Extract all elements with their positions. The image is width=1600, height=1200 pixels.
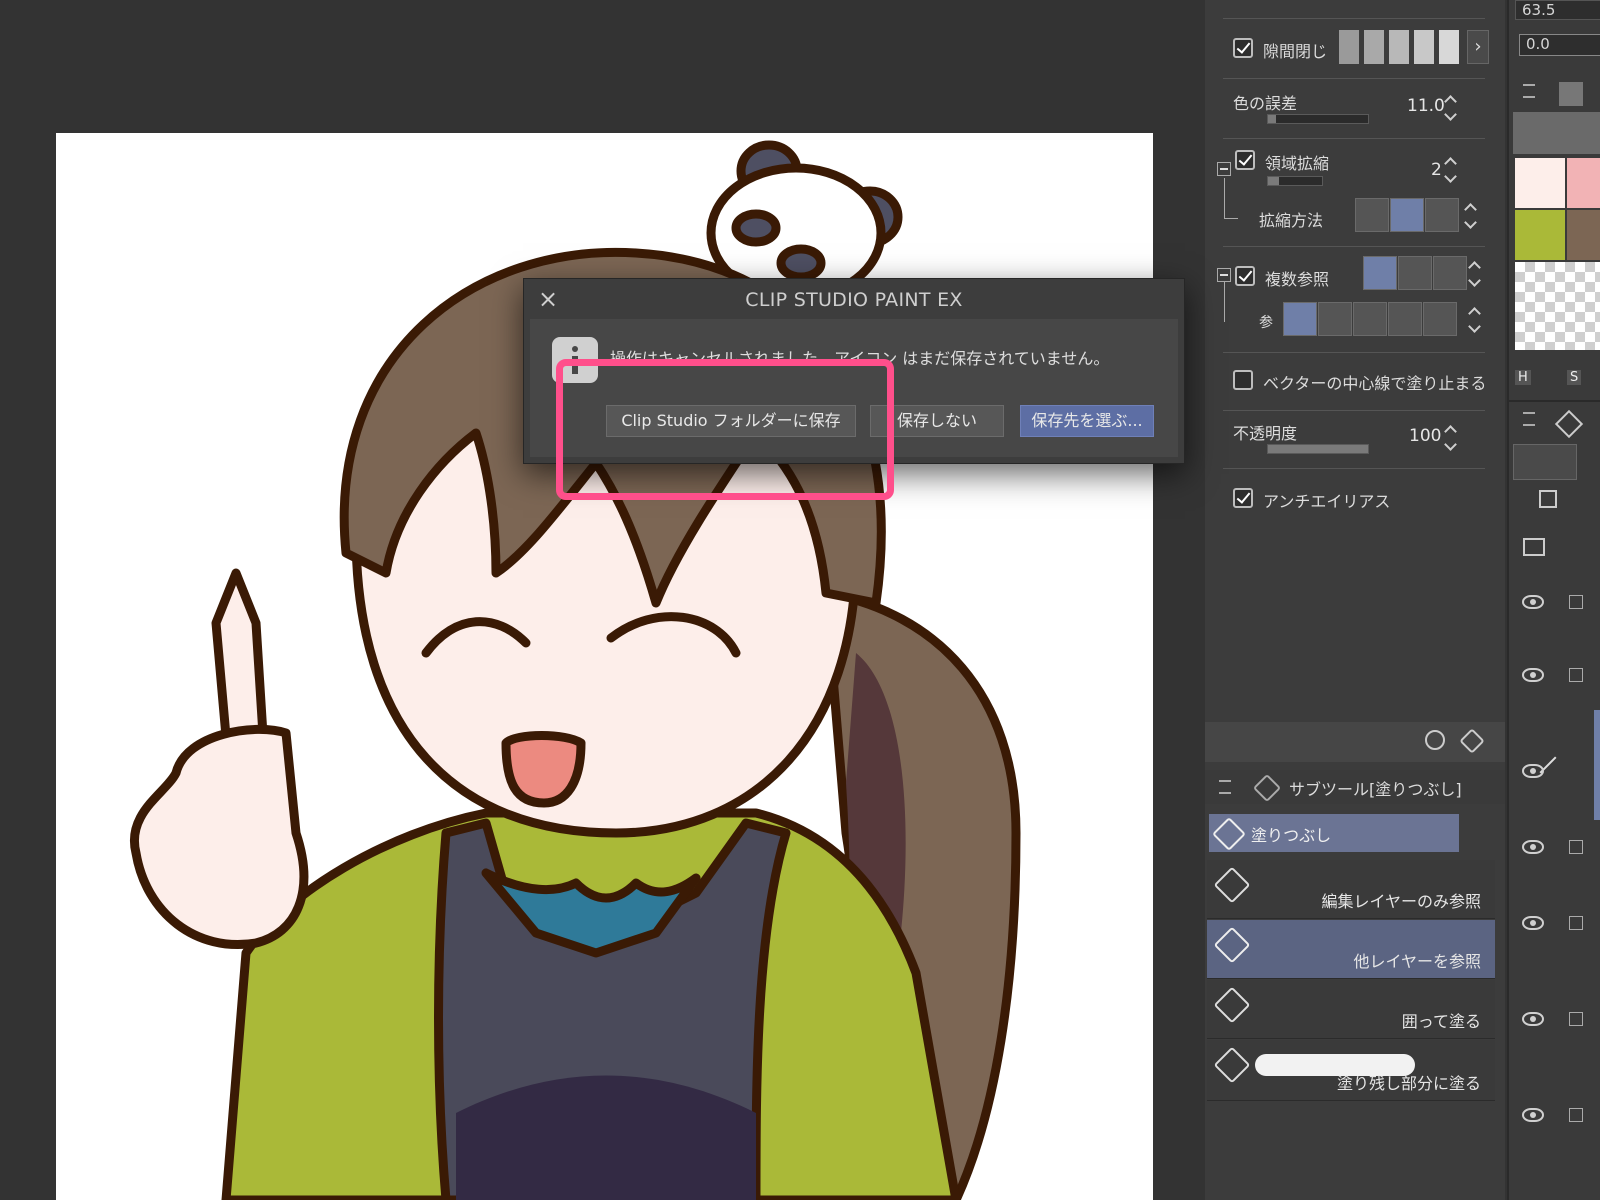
color-tab-s[interactable]: S — [1567, 370, 1582, 385]
scaling-method-round-icon[interactable] — [1390, 198, 1424, 232]
vector-stop-checkbox[interactable] — [1233, 370, 1253, 390]
fill-icon — [1213, 866, 1251, 904]
area-scaling-slider[interactable] — [1267, 176, 1323, 186]
multiple-reference-spinner[interactable] — [1467, 260, 1481, 288]
wrench-icon[interactable] — [1459, 728, 1485, 754]
opacity-slider[interactable] — [1267, 444, 1369, 454]
panel-menu-icon[interactable] — [1523, 84, 1535, 98]
paint-unfilled-icon — [1213, 1046, 1251, 1084]
layer-visibility-icon[interactable] — [1522, 1012, 1544, 1026]
opacity-spinner[interactable] — [1443, 424, 1457, 452]
color-swatch[interactable] — [1567, 210, 1600, 260]
area-scaling-value[interactable]: 2 — [1431, 160, 1442, 180]
color-set-icon[interactable] — [1559, 82, 1583, 106]
sub-tool-item[interactable]: 囲って塗る — [1207, 980, 1495, 1039]
sub-tool-item-selected[interactable]: 他レイヤーを参照 — [1207, 920, 1495, 979]
area-scaling-spinner[interactable] — [1443, 156, 1457, 184]
chevron-right-icon[interactable]: › — [1467, 30, 1489, 64]
vector-stop-label: ベクターの中心線で塗り止まる — [1263, 374, 1487, 393]
property-panel-footer — [1205, 722, 1505, 762]
sub-tool-item[interactable]: 塗り残し部分に塗る — [1207, 1040, 1495, 1101]
gap-close-label: 隙間閉じ — [1263, 42, 1328, 61]
layer-visibility-icon[interactable] — [1522, 668, 1544, 682]
reference-layer-type-icon[interactable] — [1398, 256, 1432, 290]
choose-location-button[interactable]: 保存先を選ぶ... — [1020, 405, 1154, 437]
value-field-second[interactable]: 0.0 — [1519, 34, 1600, 56]
color-swatch[interactable] — [1515, 210, 1565, 260]
layer-checkbox[interactable] — [1569, 840, 1583, 854]
area-scaling-checkbox[interactable] — [1235, 150, 1255, 170]
reference-exclude-spinner[interactable] — [1467, 306, 1481, 334]
area-scaling-collapse-icon[interactable] — [1217, 162, 1231, 176]
reference-all-layers-icon[interactable] — [1363, 256, 1397, 290]
panel-menu-icon[interactable] — [1219, 780, 1231, 794]
reference-short-label: 参 — [1259, 315, 1273, 331]
gap-close-checkbox[interactable] — [1233, 38, 1253, 58]
sub-tool-group-label: 塗りつぶし — [1251, 826, 1332, 845]
transparent-swatch[interactable] — [1515, 262, 1600, 350]
multiple-reference-checkbox[interactable] — [1235, 266, 1255, 286]
layer-visibility-icon[interactable] — [1522, 1108, 1544, 1122]
color-swatch[interactable] — [1567, 158, 1600, 208]
layer-list-icon[interactable] — [1523, 538, 1545, 556]
sub-tool-group-tab[interactable]: 塗りつぶし — [1209, 814, 1459, 852]
sub-tool-title: サブツール[塗りつぶし] — [1289, 780, 1462, 799]
lasso-fill-icon — [1213, 986, 1251, 1024]
scaling-method-square-icon[interactable] — [1355, 198, 1389, 232]
dialog-title: CLIP STUDIO PAINT EX — [745, 289, 963, 311]
layer-checkbox[interactable] — [1569, 916, 1583, 930]
scaling-method-label: 拡縮方法 — [1259, 211, 1324, 230]
color-tab-h[interactable]: H — [1515, 370, 1531, 385]
exclude-text-icon[interactable] — [1318, 302, 1352, 336]
fill-icon — [1213, 926, 1251, 964]
timer-icon[interactable] — [1425, 730, 1445, 750]
fill-bucket-icon — [1252, 773, 1282, 803]
layer-checkbox[interactable] — [1569, 668, 1583, 682]
scaling-method-darkest-icon[interactable] — [1425, 198, 1459, 232]
color-tolerance-label: 色の誤差 — [1233, 94, 1298, 113]
layer-checkbox[interactable] — [1569, 1108, 1583, 1122]
color-tolerance-spinner[interactable] — [1443, 94, 1457, 122]
layers-icon[interactable] — [1554, 409, 1584, 439]
panel-menu-icon[interactable] — [1523, 412, 1535, 426]
antialias-label: アンチエイリアス — [1263, 492, 1391, 511]
side-panel: 63.5 0.0 H S — [1507, 0, 1600, 1200]
opacity-value[interactable]: 100 — [1409, 426, 1441, 446]
sub-tool-item-label: 編集レイヤーのみ参照 — [1321, 892, 1481, 911]
exclude-reference-icon[interactable] — [1283, 302, 1317, 336]
exclude-edit-icon[interactable] — [1353, 302, 1387, 336]
exclude-locked-icon[interactable] — [1423, 302, 1457, 336]
layer-visibility-icon[interactable] — [1522, 840, 1544, 854]
sub-tool-item-label: 他レイヤーを参照 — [1353, 952, 1481, 971]
layer-checkbox[interactable] — [1569, 595, 1583, 609]
blend-mode-select[interactable] — [1513, 444, 1577, 480]
sub-tool-item-label: 囲って塗る — [1401, 1012, 1481, 1031]
value-field-top[interactable]: 63.5 — [1515, 0, 1600, 20]
layer-checkbox[interactable] — [1569, 1012, 1583, 1026]
reference-folder-icon[interactable] — [1433, 256, 1467, 290]
layer-visibility-icon[interactable] — [1522, 595, 1544, 609]
exclude-selection-icon[interactable] — [1388, 302, 1422, 336]
color-tolerance-slider[interactable] — [1267, 114, 1369, 124]
color-swatch[interactable] — [1515, 158, 1565, 208]
sub-tool-item[interactable]: 編集レイヤーのみ参照 — [1207, 860, 1495, 919]
multiple-reference-label: 複数参照 — [1265, 270, 1330, 289]
opacity-label: 不透明度 — [1233, 424, 1298, 443]
multiple-reference-collapse-icon[interactable] — [1217, 268, 1231, 282]
layer-clip-icon[interactable] — [1539, 490, 1557, 508]
antialias-checkbox[interactable] — [1233, 488, 1253, 508]
sub-tool-header: サブツール[塗りつぶし] — [1205, 770, 1505, 804]
layer-visibility-icon[interactable] — [1522, 764, 1544, 778]
fill-icon — [1212, 817, 1246, 851]
sub-tool-item-label: 塗り残し部分に塗る — [1336, 1074, 1481, 1093]
area-scaling-label: 領域拡縮 — [1265, 154, 1330, 173]
scaling-method-spinner[interactable] — [1463, 202, 1477, 230]
layer-visibility-icon[interactable] — [1522, 916, 1544, 930]
highlight-annotation — [556, 359, 894, 500]
gap-close-level-selector[interactable] — [1339, 30, 1467, 64]
color-tolerance-value[interactable]: 11.0 — [1407, 96, 1445, 116]
